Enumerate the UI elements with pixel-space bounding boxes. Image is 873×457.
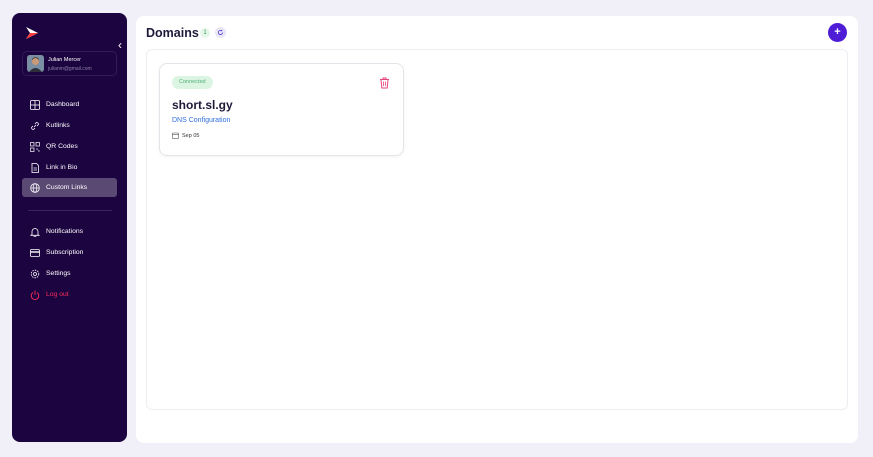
status-badge: Connected: [172, 76, 213, 89]
sidebar-item-label: QR Codes: [46, 143, 78, 150]
bell-icon: [30, 227, 40, 237]
dashboard-icon: [30, 99, 40, 110]
calendar-icon: [172, 132, 179, 139]
sidebar-divider: [28, 210, 112, 211]
globe-icon: [30, 182, 40, 193]
main-panel: Domains 1 + Connected short.sl.gy DNS Co…: [136, 16, 858, 443]
sidebar: ‹ Julian Mercer julianm@gmail.com Dashbo…: [12, 13, 127, 442]
refresh-icon: [217, 29, 224, 36]
document-icon: [30, 162, 40, 173]
qr-code-icon: [30, 141, 40, 152]
domain-count-badge: 1: [200, 28, 210, 38]
refresh-button[interactable]: [215, 27, 226, 38]
dns-configuration-link[interactable]: DNS Configuration: [172, 117, 230, 124]
sidebar-item-label: Dashboard: [46, 101, 80, 108]
link-icon: [30, 121, 40, 131]
avatar: [27, 55, 44, 72]
user-name: Julian Mercer: [48, 57, 82, 63]
sidebar-item-settings[interactable]: Settings: [22, 264, 117, 283]
sidebar-item-label: Link in Bio: [46, 164, 78, 171]
sidebar-item-notifications[interactable]: Notifications: [22, 222, 117, 241]
sidebar-item-label: Subscription: [46, 249, 84, 256]
sidebar-item-label: Notifications: [46, 228, 84, 235]
domains-list: Connected short.sl.gy DNS Configuration …: [146, 49, 848, 410]
collapse-chevron-icon[interactable]: ‹: [118, 39, 122, 51]
domain-card[interactable]: Connected short.sl.gy DNS Configuration …: [159, 63, 404, 156]
sidebar-item-custom-links[interactable]: Custom Links: [22, 178, 117, 197]
credit-card-icon: [30, 248, 40, 258]
sidebar-item-label: Kutlinks: [46, 122, 70, 129]
sidebar-item-label: Custom Links: [46, 184, 88, 191]
add-domain-button[interactable]: +: [828, 23, 847, 42]
app-logo-icon[interactable]: [25, 26, 41, 40]
domain-name: short.sl.gy: [172, 98, 233, 112]
user-profile-card[interactable]: Julian Mercer julianm@gmail.com: [22, 51, 117, 76]
domain-date: Sep 05: [172, 132, 199, 139]
sidebar-item-qr-codes[interactable]: QR Codes: [22, 137, 117, 156]
sidebar-item-label: Log out: [46, 291, 69, 298]
sidebar-item-label: Settings: [46, 270, 71, 277]
page-title: Domains: [146, 26, 199, 40]
sidebar-item-logout[interactable]: Log out: [22, 285, 117, 304]
plus-icon: +: [834, 26, 841, 38]
sidebar-item-kutlinks[interactable]: Kutlinks: [22, 116, 117, 135]
power-icon: [30, 290, 40, 300]
user-email: julianm@gmail.com: [48, 66, 92, 72]
gear-icon: [30, 269, 40, 279]
trash-icon[interactable]: [379, 77, 390, 89]
sidebar-item-link-in-bio[interactable]: Link in Bio: [22, 158, 117, 177]
domain-date-text: Sep 05: [182, 132, 200, 139]
sidebar-item-dashboard[interactable]: Dashboard: [22, 95, 117, 114]
sidebar-item-subscription[interactable]: Subscription: [22, 243, 117, 262]
